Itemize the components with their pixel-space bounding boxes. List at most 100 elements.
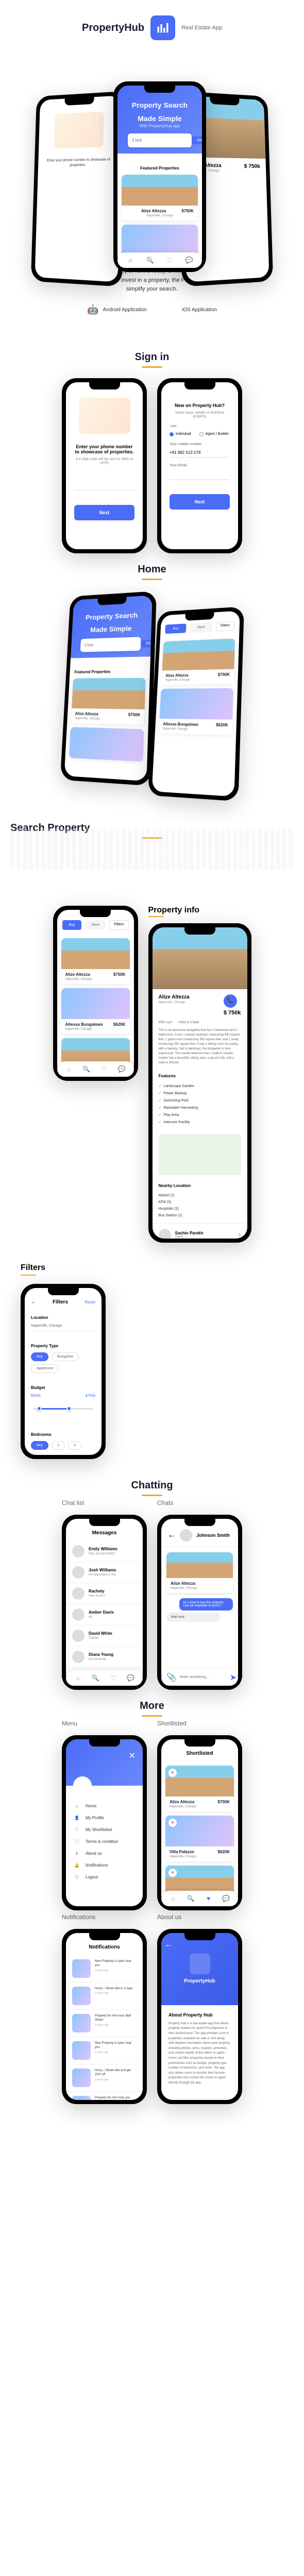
- heart-icon[interactable]: ♥: [168, 1769, 177, 1777]
- budget-slider[interactable]: [33, 1408, 93, 1410]
- signin-next-button[interactable]: Next: [74, 505, 134, 520]
- hero-phone-center: Property Search Made Simple With Propert…: [113, 81, 206, 272]
- nav-search-icon[interactable]: 🔍: [145, 256, 155, 265]
- nav-chat-icon[interactable]: 💬: [184, 256, 194, 265]
- brand-name: PropertyHub: [82, 22, 144, 34]
- chat-list-item[interactable]: Diana YoungLet me know: [66, 1647, 143, 1668]
- nav-home[interactable]: ⌂: [64, 1064, 74, 1074]
- shortlisted-phone: Shortlisted ♥$750KAlize AltezzaNapervill…: [157, 1735, 242, 1910]
- search-tab-rent[interactable]: Rent: [86, 920, 105, 930]
- notification-item[interactable]: New Property is open near you2 hours ago: [66, 1955, 143, 1982]
- hero-search-input[interactable]: [132, 138, 189, 143]
- chat-avatar: [180, 1529, 192, 1541]
- notification-item[interactable]: Property for rent near Wall Street2 hour…: [66, 2010, 143, 2037]
- home-search-btn[interactable]: Search: [141, 639, 153, 648]
- radio-individual[interactable]: Individual: [170, 432, 191, 436]
- chat-list-item[interactable]: Josh WilliamsI'm interested in this: [66, 1562, 143, 1583]
- phone-input[interactable]: [74, 481, 134, 490]
- chat-list-item[interactable]: David WhiteThanks: [66, 1625, 143, 1647]
- chat-input[interactable]: [180, 1675, 227, 1679]
- ios-platform: iOS Application: [178, 304, 217, 315]
- mobile-input[interactable]: +91 982 513 578: [170, 448, 230, 457]
- chat-phone: ← Johnson Smith Alize AltezzaNaperville,…: [157, 1515, 242, 1690]
- menu-phone: ✕ ⌂Home 👤My Profile ♡My Shortlisted 📄Ter…: [62, 1735, 147, 1910]
- menu-item-notifications[interactable]: 🔔Notifications: [73, 1859, 136, 1871]
- tab-rent[interactable]: Rent: [190, 622, 212, 632]
- send-icon[interactable]: ➤: [230, 1672, 237, 1683]
- bed-pill[interactable]: Any: [31, 1441, 48, 1450]
- search-result-card[interactable]: $750KAlize AltezzaNaperville, Chicago: [61, 938, 130, 984]
- menu-item-home[interactable]: ⌂Home: [73, 1800, 136, 1812]
- menu-item-terms[interactable]: 📄Terms & condition: [73, 1836, 136, 1848]
- nav-heart-icon[interactable]: ♡: [165, 256, 174, 265]
- filters-section-title: Filters: [21, 1263, 283, 1273]
- back-icon[interactable]: ←: [31, 1299, 36, 1305]
- chevron-right-icon: ›: [238, 1230, 241, 1239]
- nav-heart[interactable]: ♡: [99, 1064, 109, 1074]
- heart-icon[interactable]: ♥: [168, 1869, 177, 1877]
- notification-item[interactable]: Property for rent near you2 hours ago: [66, 2092, 143, 2100]
- filters-btn[interactable]: Filters: [216, 621, 235, 631]
- radio-agent[interactable]: Agent / Builder: [199, 432, 229, 436]
- search-tab-buy[interactable]: Buy: [62, 920, 82, 930]
- back-icon[interactable]: ←: [167, 1531, 176, 1540]
- call-button[interactable]: 📞: [224, 994, 237, 1008]
- bed-pill[interactable]: 1: [52, 1441, 65, 1450]
- home-phone-2: BuyRentFilters $750KAlize AltezzaNapervi…: [148, 606, 244, 801]
- about-phone: ← PropertyHub About Property Hub Propert…: [157, 1929, 242, 2104]
- notification-item[interactable]: New Property is open near you2 hours ago: [66, 2037, 143, 2064]
- type-pill[interactable]: Bungalow: [52, 1352, 79, 1361]
- hero-search-button[interactable]: Search: [192, 137, 202, 144]
- nav-home-icon[interactable]: ⌂: [126, 256, 135, 265]
- nav-chat[interactable]: 💬: [117, 1064, 126, 1074]
- notification-item[interactable]: Hurry...! Book villa and get 20% off2 ho…: [66, 2064, 143, 2092]
- property-detail-phone: Alize AltezzaNaperville, Chicago 📞$ 750k…: [148, 923, 251, 1243]
- back-icon[interactable]: ←: [164, 1940, 173, 1950]
- nav-search[interactable]: 🔍: [82, 1064, 91, 1074]
- type-pill[interactable]: Apartment: [31, 1364, 59, 1373]
- notification-item[interactable]: Hurry...! Book villa in 2 days2 hours ag…: [66, 1982, 143, 2010]
- shortlisted-label: Shortlisted: [157, 1720, 242, 1727]
- brand-tagline: Real Estate App: [181, 25, 222, 31]
- android-icon: 🤖: [87, 304, 98, 315]
- tab-buy[interactable]: Buy: [165, 623, 187, 634]
- menu-item-shortlisted[interactable]: ♡My Shortlisted: [73, 1824, 136, 1836]
- chatlist-phone: Messages Emily WilliamsHey, are you ther…: [62, 1515, 147, 1690]
- app-header: PropertyHub Real Estate App: [0, 0, 304, 56]
- attach-icon[interactable]: 📎: [166, 1672, 177, 1683]
- home-section-title: Home: [0, 564, 304, 580]
- shortlisted-card[interactable]: ♥$620KVilla PalazzoNaperville, Chicago: [165, 1816, 234, 1861]
- bed-pill[interactable]: 3: [31, 1453, 44, 1455]
- hero-phone-left: Enter your phone number to showcase of p…: [31, 91, 125, 287]
- email-input[interactable]: [170, 470, 230, 480]
- chatlist-label: Chat list: [62, 1499, 147, 1506]
- received-message: Yeah sure: [166, 1613, 220, 1622]
- reset-button[interactable]: Reset: [85, 1300, 95, 1304]
- agent-row[interactable]: Sachin ParekhAgent ›: [153, 1223, 247, 1239]
- chat-list-item[interactable]: Amber Davisok: [66, 1604, 143, 1625]
- home-search[interactable]: [84, 641, 138, 648]
- user-avatar[interactable]: [73, 1776, 92, 1795]
- signup-next-button[interactable]: Next: [170, 494, 230, 510]
- about-logo: [190, 1954, 210, 1974]
- close-icon[interactable]: ✕: [129, 1751, 136, 1761]
- heart-icon[interactable]: ♥: [168, 1819, 177, 1827]
- type-pill[interactable]: Any: [31, 1352, 48, 1361]
- search-filters-btn[interactable]: Filters: [109, 920, 128, 930]
- chatting-section-title: Chatting: [0, 1480, 304, 1496]
- signin-title: Sign in: [0, 351, 304, 368]
- menu-item-logout[interactable]: ⎋Logout: [73, 1871, 136, 1884]
- bed-pill[interactable]: 2: [68, 1441, 81, 1450]
- search-result-card[interactable]: $620KAltessa BungalowsNaperville, Chicag…: [61, 988, 130, 1034]
- property-map[interactable]: [159, 1134, 241, 1175]
- menu-item-about[interactable]: ℹAbout us: [73, 1848, 136, 1859]
- hero-section: Enter your phone number to showcase of p…: [0, 56, 304, 341]
- menu-item-profile[interactable]: 👤My Profile: [73, 1812, 136, 1824]
- search-phone: Buy Rent Filters $750KAlize AltezzaNapervi…: [53, 906, 138, 1081]
- chat-list-item[interactable]: RachelyHow much?: [66, 1583, 143, 1604]
- agent-avatar: [159, 1229, 171, 1239]
- propinfo-title: Property info: [148, 906, 251, 915]
- chat-list-item[interactable]: Emily WilliamsHey, are you there?: [66, 1541, 143, 1562]
- shortlisted-card[interactable]: ♥$750KAlize AltezzaNaperville, Chicago: [165, 1766, 234, 1811]
- about-label: About us: [157, 1913, 242, 1921]
